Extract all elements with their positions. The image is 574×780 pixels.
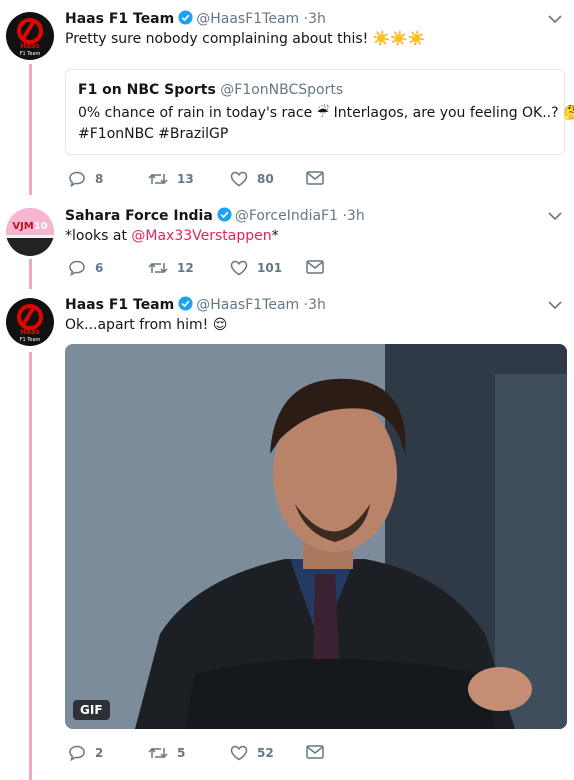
display-name[interactable]: Haas F1 Team [65, 297, 174, 313]
heart-icon [230, 260, 248, 276]
timestamp[interactable]: ·3h [304, 297, 326, 313]
like-count: 52 [257, 746, 274, 760]
display-name[interactable]: Haas F1 Team [65, 11, 174, 27]
reply-icon [69, 171, 85, 187]
chevron-down-icon[interactable] [548, 14, 562, 24]
svg-text:Haas: Haas [20, 42, 39, 50]
tweet-text: *looks at @Max33Verstappen* [65, 227, 279, 246]
like-count: 101 [257, 261, 283, 275]
reply-count: 6 [95, 261, 104, 275]
quoted-display-name: F1 on NBC Sports [78, 82, 216, 98]
tweet-header: Sahara Force India @ForceIndiaF1 ·3h [65, 207, 365, 225]
tweet-text-part: * [271, 228, 279, 244]
retweet-count: 5 [177, 746, 186, 760]
gif-image [65, 344, 567, 729]
haas-logo: Haas F1 Team [17, 18, 43, 57]
reply-icon [69, 260, 85, 276]
tweet-header: Haas F1 Team @HaasF1Team ·3h [65, 10, 326, 28]
svg-text:Haas: Haas [20, 328, 39, 336]
retweet-icon [148, 173, 168, 185]
retweet-icon [148, 747, 168, 759]
retweet-button[interactable]: 12 [148, 260, 194, 276]
quoted-tweet[interactable]: F1 on NBC Sports @F1onNBCSports 0% chanc… [65, 69, 574, 155]
tweet-text: Pretty sure nobody complaining about thi… [65, 31, 426, 47]
reply-button[interactable]: 8 [68, 171, 103, 187]
handle[interactable]: @HaasF1Team [196, 297, 299, 313]
retweet-icon [148, 262, 168, 274]
retweet-count: 12 [177, 261, 194, 275]
avatar[interactable]: Haas F1 Team [6, 12, 54, 60]
like-count: 80 [257, 172, 274, 186]
retweet-button[interactable]: 13 [148, 171, 194, 187]
heart-icon [230, 171, 248, 187]
avatar[interactable]: VJM10 [6, 208, 54, 256]
reply-button[interactable]: 2 [68, 745, 103, 761]
thread-line [29, 352, 32, 780]
avatar[interactable]: Haas F1 Team [6, 298, 54, 346]
gif-badge: GIF [73, 700, 110, 720]
mention-link[interactable]: @Max33Verstappen [131, 228, 271, 244]
envelope-icon [306, 171, 324, 185]
chevron-down-icon[interactable] [548, 211, 562, 221]
tweet-header: Haas F1 Team @HaasF1Team ·3h [65, 296, 326, 314]
like-button[interactable]: 101 [230, 260, 282, 276]
retweet-count: 13 [177, 172, 194, 186]
svg-text:F1 Team: F1 Team [20, 51, 41, 57]
quoted-text: 0% chance of rain in today's race ☔ Inte… [78, 105, 574, 121]
direct-message-button[interactable] [306, 260, 324, 274]
reply-button[interactable]: 6 [68, 260, 103, 276]
svg-text:VJM10: VJM10 [12, 221, 47, 232]
verified-icon [178, 296, 193, 311]
like-button[interactable]: 80 [230, 171, 274, 187]
retweet-button[interactable]: 5 [148, 745, 185, 761]
chevron-down-icon[interactable] [548, 300, 562, 310]
tweet-text-part: *looks at [65, 228, 132, 244]
direct-message-button[interactable] [306, 171, 324, 185]
thread-line [29, 64, 32, 195]
gif-media[interactable]: GIF [65, 344, 567, 729]
envelope-icon [306, 260, 324, 274]
handle[interactable]: @HaasF1Team [196, 11, 299, 27]
quoted-hashtags: #F1onNBC #BrazilGP [78, 126, 229, 142]
reply-count: 2 [95, 746, 104, 760]
haas-logo: Haas F1 Team [17, 304, 43, 343]
quoted-handle: @F1onNBCSports [220, 82, 344, 98]
like-button[interactable]: 52 [230, 745, 274, 761]
handle[interactable]: @ForceIndiaF1 [235, 208, 338, 224]
envelope-icon [306, 745, 324, 759]
heart-icon [230, 745, 248, 761]
force-india-logo: VJM10 [6, 208, 54, 256]
reply-icon [69, 745, 85, 761]
reply-count: 8 [95, 172, 104, 186]
thread-line [29, 259, 32, 289]
tweet-text: Ok...apart from him! 😌 [65, 317, 228, 333]
svg-text:F1 Team: F1 Team [20, 337, 41, 343]
timestamp[interactable]: ·3h [342, 208, 364, 224]
display-name[interactable]: Sahara Force India [65, 208, 213, 224]
direct-message-button[interactable] [306, 745, 324, 759]
verified-icon [217, 207, 232, 222]
timestamp[interactable]: ·3h [304, 11, 326, 27]
verified-icon [178, 10, 193, 25]
